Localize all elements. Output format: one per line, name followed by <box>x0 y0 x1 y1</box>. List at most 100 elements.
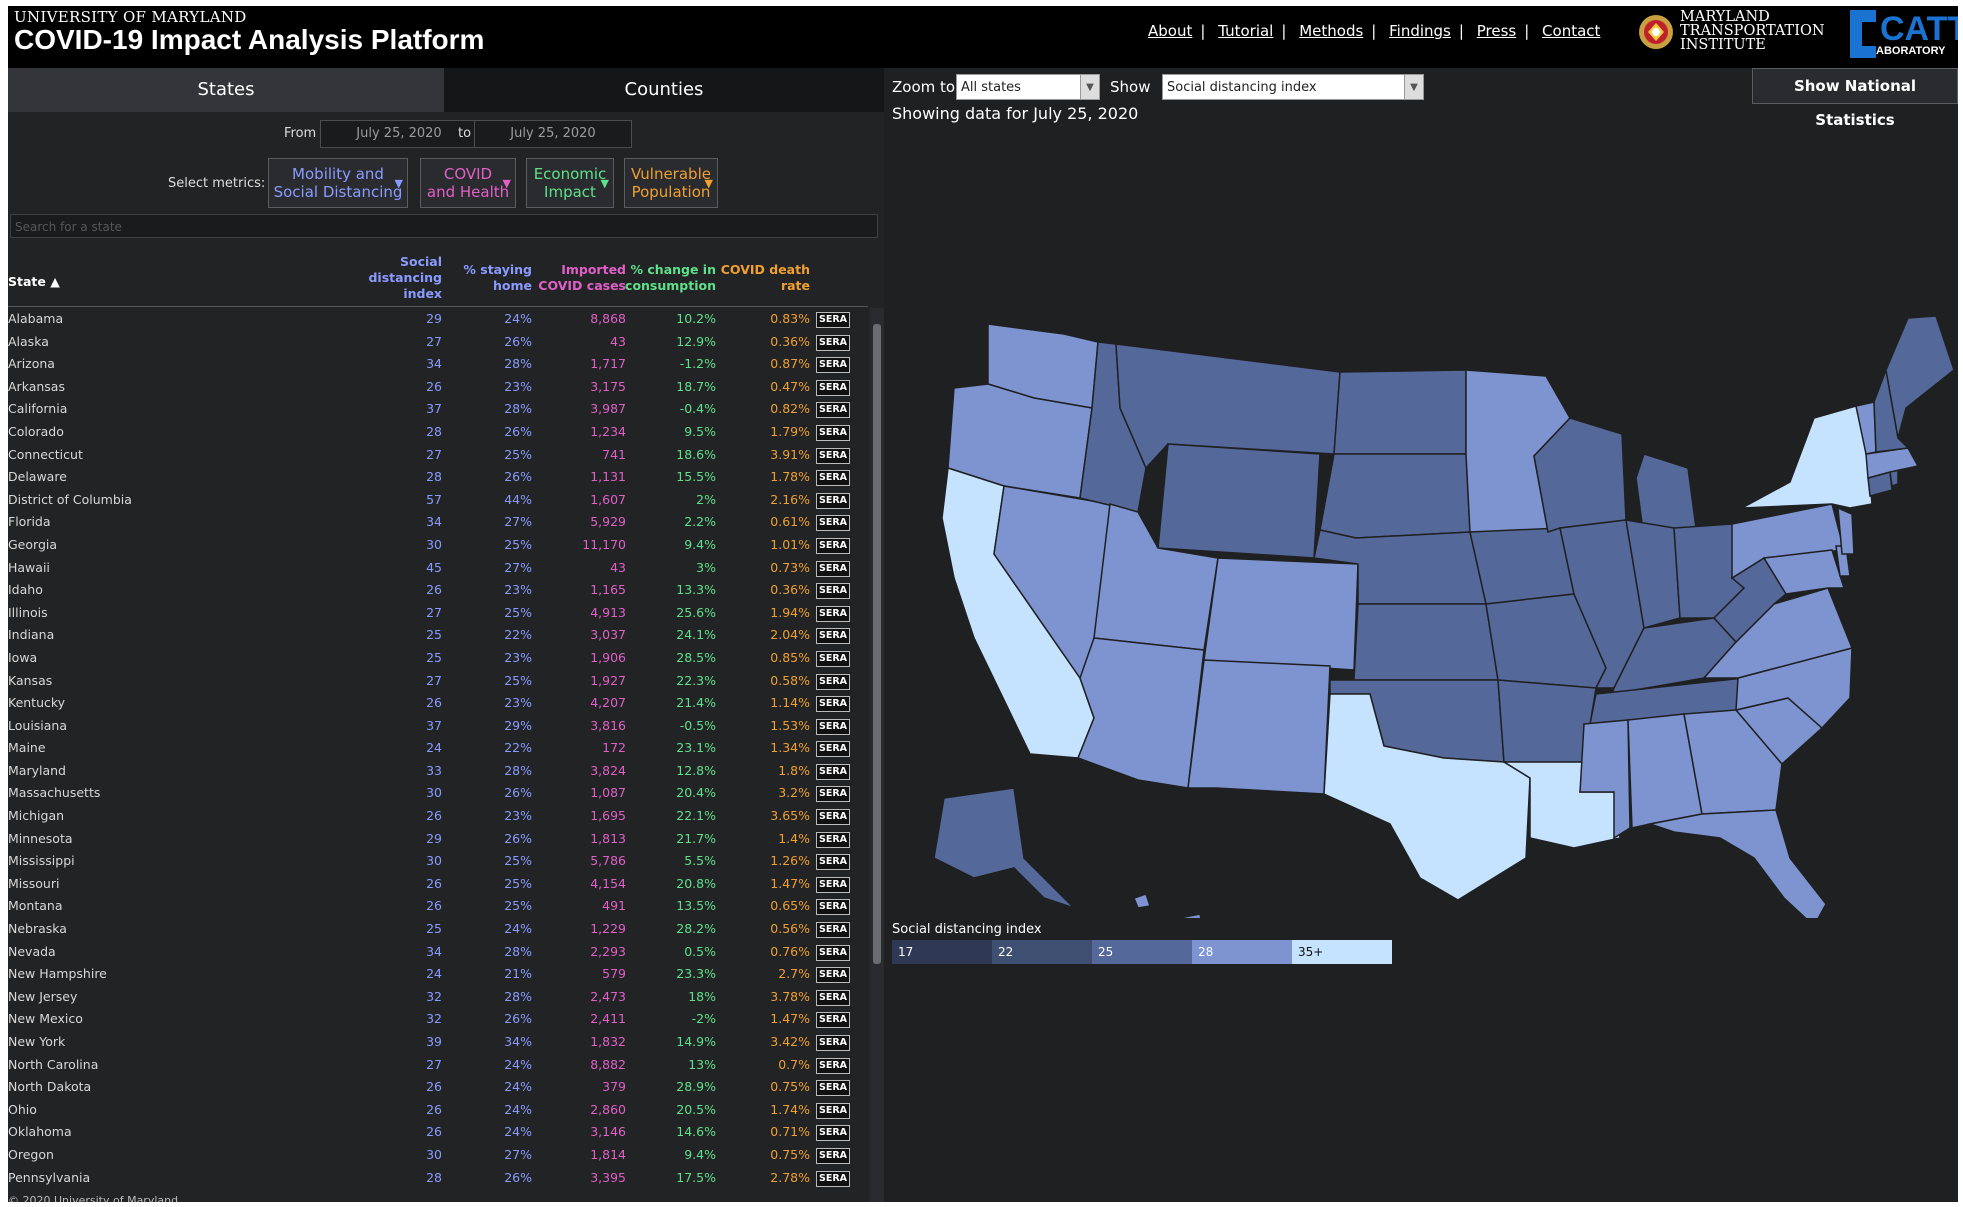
column-header-death-rate[interactable]: COVID death rate <box>721 262 810 294</box>
table-row[interactable]: Iowa 25 23% 1,906 28.5% 0.85% SERA <box>8 647 868 670</box>
table-row[interactable]: Arkansas 26 23% 3,175 18.7% 0.47% SERA <box>8 376 868 399</box>
sera-button[interactable]: SERA <box>816 809 850 826</box>
table-row[interactable]: Missouri 26 25% 4,154 20.8% 1.47% SERA <box>8 873 868 896</box>
sera-button[interactable]: SERA <box>816 831 850 848</box>
column-header-consumption-change[interactable]: % change in consumption <box>625 262 716 294</box>
table-row[interactable]: Indiana 25 22% 3,037 24.1% 2.04% SERA <box>8 624 868 647</box>
state-maine[interactable] <box>1885 315 1955 439</box>
table-row[interactable]: Michigan 26 23% 1,695 22.1% 3.65% SERA <box>8 805 868 828</box>
sera-button[interactable]: SERA <box>816 424 850 441</box>
table-row[interactable]: Mississippi 30 25% 5,786 5.5% 1.26% SERA <box>8 850 868 873</box>
table-row[interactable]: Kansas 27 25% 1,927 22.3% 0.58% SERA <box>8 670 868 693</box>
sera-button[interactable]: SERA <box>816 515 850 532</box>
column-header-social-distancing-index[interactable]: Social distancing index <box>368 254 442 302</box>
sera-button[interactable]: SERA <box>816 718 850 735</box>
table-row[interactable]: North Dakota 26 24% 379 28.9% 0.75% SERA <box>8 1076 868 1099</box>
column-header-imported-cases[interactable]: Imported COVID cases <box>538 262 626 294</box>
table-row[interactable]: Nevada 34 28% 2,293 0.5% 0.76% SERA <box>8 941 868 964</box>
state-colorado[interactable] <box>1203 557 1359 671</box>
table-row[interactable]: Maryland 33 28% 3,824 12.8% 1.8% SERA <box>8 760 868 783</box>
sera-button[interactable]: SERA <box>816 922 850 939</box>
zoom-select[interactable]: All states ▼ <box>956 74 1100 100</box>
sera-button[interactable]: SERA <box>816 1012 850 1029</box>
state-new-york[interactable] <box>1741 405 1873 509</box>
table-row[interactable]: New Hampshire 24 21% 579 23.3% 2.7% SERA <box>8 963 868 986</box>
state-kansas[interactable] <box>1353 603 1499 681</box>
state-wyoming[interactable] <box>1157 443 1321 559</box>
sera-button[interactable]: SERA <box>816 470 850 487</box>
us-choropleth-map[interactable] <box>884 258 1958 918</box>
table-row[interactable]: Kentucky 26 23% 4,207 21.4% 1.14% SERA <box>8 692 868 715</box>
sera-button[interactable]: SERA <box>816 312 850 328</box>
table-row[interactable]: Florida 34 27% 5,929 2.2% 0.61% SERA <box>8 511 868 534</box>
table-row[interactable]: North Carolina 27 24% 8,882 13% 0.7% SERA <box>8 1054 868 1077</box>
sera-button[interactable]: SERA <box>816 402 850 419</box>
sera-button[interactable]: SERA <box>816 763 850 780</box>
sera-button[interactable]: SERA <box>816 944 850 961</box>
table-row[interactable]: Ohio 26 24% 2,860 20.5% 1.74% SERA <box>8 1099 868 1122</box>
show-metric-select[interactable]: Social distancing index ▼ <box>1162 74 1424 100</box>
sera-button[interactable]: SERA <box>816 899 850 916</box>
economic-metrics-dropdown[interactable]: Economic Impact ▼ <box>526 158 614 208</box>
state-iowa[interactable] <box>1469 527 1575 605</box>
sera-button[interactable]: SERA <box>816 1125 850 1142</box>
state-south-dakota[interactable] <box>1319 453 1471 539</box>
sera-button[interactable]: SERA <box>816 673 850 690</box>
sera-button[interactable]: SERA <box>816 1102 850 1119</box>
table-row[interactable]: New Jersey 32 28% 2,473 18% 3.78% SERA <box>8 986 868 1009</box>
table-row[interactable]: Pennsylvania 28 26% 3,395 17.5% 2.78% SERA <box>8 1167 868 1190</box>
sera-button[interactable]: SERA <box>816 492 850 509</box>
sera-button[interactable]: SERA <box>816 650 850 667</box>
covid-health-metrics-dropdown[interactable]: COVID and Health ▼ <box>420 158 516 208</box>
column-header-state[interactable]: State ▲ <box>8 274 60 290</box>
table-row[interactable]: Massachusetts 30 26% 1,087 20.4% 3.2% SERA <box>8 782 868 805</box>
sera-button[interactable]: SERA <box>816 379 850 396</box>
table-row[interactable]: Oregon 30 27% 1,814 9.4% 0.75% SERA <box>8 1144 868 1167</box>
table-row[interactable]: Maine 24 22% 172 23.1% 1.34% SERA <box>8 737 868 760</box>
tab-counties[interactable]: Counties <box>444 68 884 112</box>
from-date-input[interactable]: July 25, 2020 <box>320 120 478 148</box>
vulnerable-population-metrics-dropdown[interactable]: Vulnerable Population ▼ <box>624 158 718 208</box>
tab-states[interactable]: States <box>8 68 444 112</box>
nav-findings-link[interactable]: Findings <box>1389 22 1451 40</box>
table-row[interactable]: Illinois 27 25% 4,913 25.6% 1.94% SERA <box>8 602 868 625</box>
nav-about-link[interactable]: About <box>1148 22 1192 40</box>
state-arizona[interactable] <box>1077 637 1205 789</box>
sera-button[interactable]: SERA <box>816 560 850 577</box>
sera-button[interactable]: SERA <box>816 537 850 554</box>
nav-tutorial-link[interactable]: Tutorial <box>1218 22 1273 40</box>
table-row[interactable]: Alabama 29 24% 8,868 10.2% 0.83% SERA <box>8 308 868 331</box>
sera-button[interactable]: SERA <box>816 696 850 713</box>
table-row[interactable]: Connecticut 27 25% 741 18.6% 3.91% SERA <box>8 444 868 467</box>
state-alaska[interactable] <box>933 787 1075 909</box>
table-row[interactable]: Montana 26 25% 491 13.5% 0.65% SERA <box>8 895 868 918</box>
show-national-statistics-button[interactable]: Show National Statistics <box>1752 68 1958 129</box>
sera-button[interactable]: SERA <box>816 1035 850 1051</box>
sera-button[interactable]: SERA <box>816 447 850 464</box>
table-row[interactable]: Louisiana 37 29% 3,816 -0.5% 1.53% SERA <box>8 715 868 738</box>
table-row[interactable]: Hawaii 45 27% 43 3% 0.73% SERA <box>8 557 868 580</box>
column-header-staying-home[interactable]: % staying home <box>463 262 532 294</box>
table-row[interactable]: New Mexico 32 26% 2,411 -2% 1.47% SERA <box>8 1008 868 1031</box>
table-row[interactable]: California 37 28% 3,987 -0.4% 0.82% SERA <box>8 398 868 421</box>
mobility-metrics-dropdown[interactable]: Mobility and Social Distancing ▼ <box>268 158 408 208</box>
sera-button[interactable]: SERA <box>816 854 850 871</box>
to-date-input[interactable]: July 25, 2020 <box>474 120 632 148</box>
table-row[interactable]: Georgia 30 25% 11,170 9.4% 1.01% SERA <box>8 534 868 557</box>
table-row[interactable]: Colorado 28 26% 1,234 9.5% 1.79% SERA <box>8 421 868 444</box>
table-row[interactable]: Arizona 34 28% 1,717 -1.2% 0.87% SERA <box>8 353 868 376</box>
sera-button[interactable]: SERA <box>816 628 850 645</box>
sera-button[interactable]: SERA <box>816 334 850 351</box>
table-scrollbar[interactable] <box>870 308 884 1202</box>
sera-button[interactable]: SERA <box>816 605 850 622</box>
nav-press-link[interactable]: Press <box>1477 22 1516 40</box>
sera-button[interactable]: SERA <box>816 1147 850 1164</box>
sera-button[interactable]: SERA <box>816 1080 850 1097</box>
sera-button[interactable]: SERA <box>816 741 850 758</box>
state-hawaii-big-island[interactable] <box>1179 913 1204 918</box>
sera-button[interactable]: SERA <box>816 876 850 893</box>
table-row[interactable]: Minnesota 29 26% 1,813 21.7% 1.4% SERA <box>8 828 868 851</box>
table-row[interactable]: District of Columbia 57 44% 1,607 2% 2.16% SER… <box>8 489 868 512</box>
sera-button[interactable]: SERA <box>816 967 850 984</box>
table-row[interactable]: Oklahoma 26 24% 3,146 14.6% 0.71% SERA <box>8 1121 868 1144</box>
